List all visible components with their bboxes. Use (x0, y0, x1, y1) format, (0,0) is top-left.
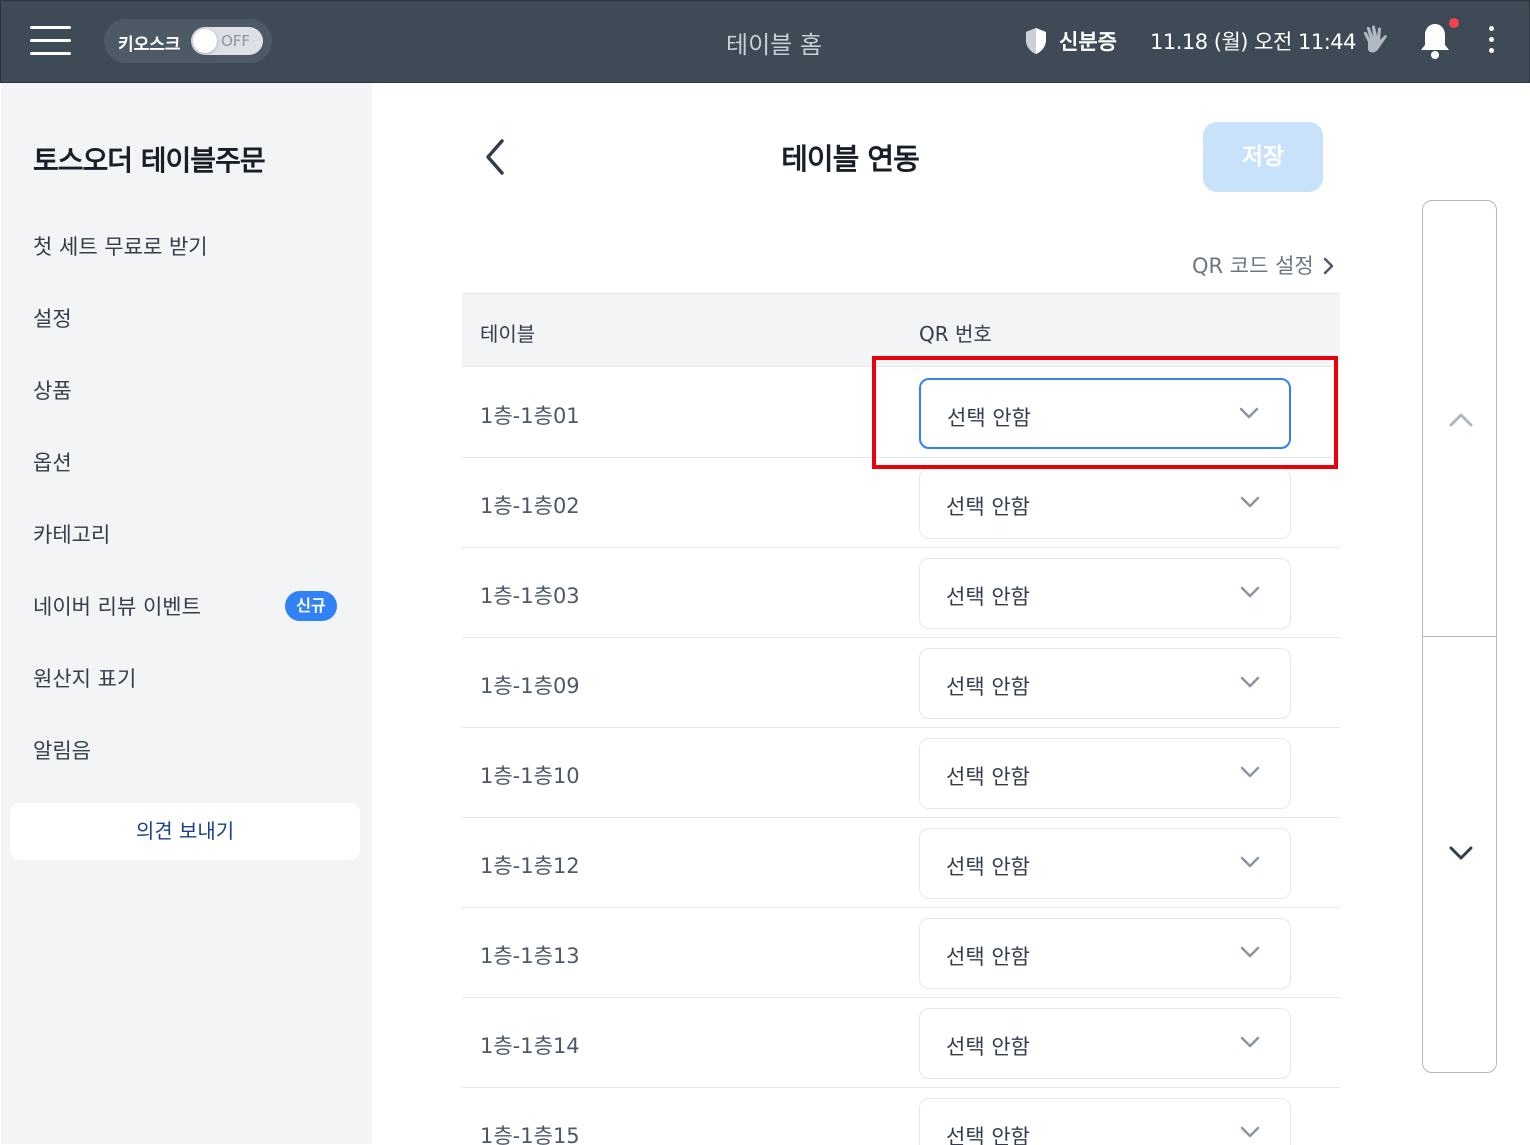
table-name: 1층-1층14 (480, 1034, 580, 1058)
table-name: 1층-1층10 (480, 764, 580, 788)
qr-select-value: 선택 안함 (946, 675, 1030, 699)
id-card-button[interactable]: 신분증 (1059, 26, 1117, 56)
qr-select-value: 선택 안함 (946, 1125, 1030, 1145)
chevron-down-icon (1240, 1036, 1260, 1048)
more-icon[interactable] (1485, 26, 1497, 56)
qr-select-value: 선택 안함 (946, 585, 1030, 609)
notification-dot (1449, 18, 1459, 28)
qr-select-value: 선택 안함 (946, 1035, 1030, 1059)
table-name: 1층-1층01 (480, 404, 580, 428)
sidebar-item-origin[interactable]: 원산지 표기 (33, 663, 136, 693)
table-header: 테이블 QR 번호 (462, 293, 1340, 367)
save-button[interactable]: 저장 (1203, 122, 1323, 192)
qr-select[interactable]: 선택 안함 (919, 468, 1291, 539)
back-icon[interactable] (480, 136, 510, 178)
table-row: 1층-1층02 선택 안함 (462, 458, 1340, 548)
shield-icon (1026, 28, 1046, 54)
table-name: 1층-1층13 (480, 944, 580, 968)
sidebar-item-settings[interactable]: 설정 (33, 303, 72, 333)
table-row: 1층-1층10 선택 안함 (462, 728, 1340, 818)
column-header-table: 테이블 (480, 322, 536, 346)
qr-select-value: 선택 안함 (946, 855, 1030, 879)
table-name: 1층-1층03 (480, 584, 580, 608)
chevron-down-icon (1240, 676, 1260, 688)
qr-select[interactable]: 선택 안함 (919, 648, 1291, 719)
chevron-down-icon (1240, 766, 1260, 778)
page-title: 테이블 연동 (781, 142, 920, 176)
sidebar-item-category[interactable]: 카테고리 (33, 519, 110, 549)
wave-hand-icon[interactable] (1360, 24, 1394, 58)
qr-select-value: 선택 안함 (946, 765, 1030, 789)
qr-select[interactable]: 선택 안함 (919, 918, 1291, 989)
sidebar-item-products[interactable]: 상품 (33, 375, 72, 405)
qr-settings-link[interactable]: QR 코드 설정 (1192, 250, 1334, 280)
table-row: 1층-1층14 선택 안함 (462, 998, 1340, 1088)
sidebar: 토스오더 테이블주문 첫 세트 무료로 받기 설정 상품 옵션 카테고리 네이버… (1, 83, 372, 1144)
sidebar-item-free-set[interactable]: 첫 세트 무료로 받기 (33, 231, 208, 261)
table-name: 1층-1층02 (480, 494, 580, 518)
scroll-up-button[interactable] (1423, 201, 1496, 637)
scroll-controls (1422, 200, 1497, 1073)
datetime: 11.18 (월) 오전 11:44 (1150, 30, 1357, 54)
feedback-button[interactable]: 의견 보내기 (10, 803, 360, 860)
qr-select-value: 선택 안함 (947, 406, 1031, 430)
top-bar: 키오스크 OFF 테이블 홈 신분증 11.18 (월) 오전 11:44 (0, 0, 1530, 83)
table-row: 1층-1층12 선택 안함 (462, 818, 1340, 908)
chevron-down-icon (1240, 1126, 1260, 1138)
table-row: 1층-1층01 선택 안함 (462, 368, 1340, 458)
table-row: 1층-1층03 선택 안함 (462, 548, 1340, 638)
scroll-down-button[interactable] (1423, 638, 1496, 1072)
chevron-down-icon (1240, 946, 1260, 958)
sidebar-item-options[interactable]: 옵션 (33, 447, 72, 477)
table-row: 1층-1층09 선택 안함 (462, 638, 1340, 728)
store-name: 토스오더 테이블주문 (33, 144, 266, 177)
table-row: 1층-1층15 선택 안함 (462, 1088, 1340, 1145)
qr-select[interactable]: 선택 안함 (919, 828, 1291, 899)
column-header-qr: QR 번호 (919, 322, 992, 346)
table-name: 1층-1층15 (480, 1124, 580, 1145)
qr-select-value: 선택 안함 (946, 945, 1030, 969)
chevron-up-icon (1449, 413, 1473, 427)
table-name: 1층-1층12 (480, 854, 580, 878)
chevron-down-icon (1449, 846, 1473, 860)
qr-select[interactable]: 선택 안함 (919, 378, 1291, 449)
bell-icon[interactable] (1418, 21, 1452, 61)
chevron-down-icon (1240, 496, 1260, 508)
chevron-down-icon (1240, 586, 1260, 598)
qr-select[interactable]: 선택 안함 (919, 1098, 1291, 1145)
chevron-down-icon (1240, 856, 1260, 868)
new-badge: 신규 (285, 591, 337, 621)
table-row: 1층-1층13 선택 안함 (462, 908, 1340, 998)
table-name: 1층-1층09 (480, 674, 580, 698)
chevron-down-icon (1239, 407, 1259, 419)
sidebar-item-sound[interactable]: 알림음 (33, 735, 91, 765)
chevron-right-icon (1324, 257, 1334, 275)
sidebar-item-naver-review[interactable]: 네이버 리뷰 이벤트 (33, 591, 201, 621)
qr-select[interactable]: 선택 안함 (919, 738, 1291, 809)
qr-select[interactable]: 선택 안함 (919, 1008, 1291, 1079)
qr-select[interactable]: 선택 안함 (919, 558, 1291, 629)
qr-settings-label: QR 코드 설정 (1192, 254, 1314, 278)
qr-select-value: 선택 안함 (946, 495, 1030, 519)
